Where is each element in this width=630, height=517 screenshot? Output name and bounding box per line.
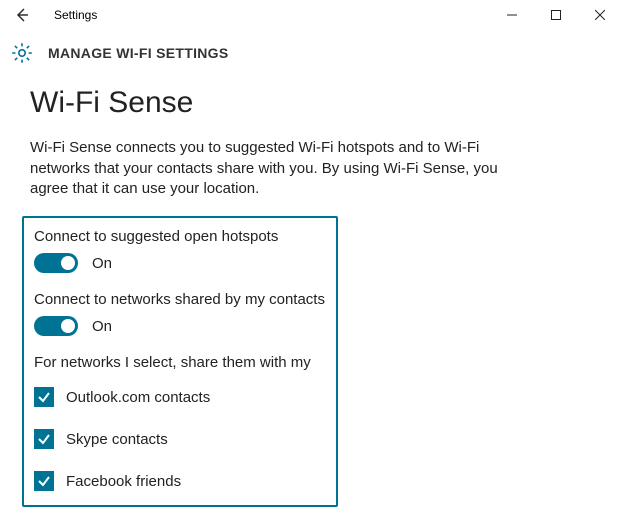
titlebar: Settings — [0, 0, 630, 30]
wifi-sense-settings-box: Connect to suggested open hotspots On Co… — [22, 216, 338, 507]
check-icon — [37, 390, 51, 404]
toggle2-label: Connect to networks shared by my contact… — [34, 291, 326, 308]
page-title: Wi-Fi Sense — [30, 86, 600, 120]
toggle2-state: On — [92, 318, 112, 335]
checkbox-outlook[interactable] — [34, 387, 54, 407]
maximize-icon — [551, 10, 561, 20]
header-bar: MANAGE WI-FI SETTINGS — [0, 30, 630, 76]
minimize-button[interactable] — [490, 1, 534, 29]
check-icon — [37, 474, 51, 488]
window-controls — [490, 1, 622, 29]
toggle-knob — [61, 256, 75, 270]
toggle2-row: On — [34, 316, 326, 336]
checkbox-skype[interactable] — [34, 429, 54, 449]
page-description: Wi-Fi Sense connects you to suggested Wi… — [30, 138, 510, 200]
check-icon — [37, 432, 51, 446]
header-title: MANAGE WI-FI SETTINGS — [48, 45, 229, 61]
back-button[interactable] — [8, 1, 36, 29]
maximize-button[interactable] — [534, 1, 578, 29]
toggle1-state: On — [92, 255, 112, 272]
checkbox-facebook[interactable] — [34, 471, 54, 491]
checkbox-row-outlook: Outlook.com contacts — [34, 387, 326, 407]
toggle1-label: Connect to suggested open hotspots — [34, 228, 326, 245]
toggle1-row: On — [34, 253, 326, 273]
close-button[interactable] — [578, 1, 622, 29]
checkbox-label: Skype contacts — [66, 431, 168, 448]
content: Wi-Fi Sense Wi-Fi Sense connects you to … — [0, 76, 630, 517]
minimize-icon — [507, 10, 517, 20]
checkbox-label: Outlook.com contacts — [66, 389, 210, 406]
share-with-label: For networks I select, share them with m… — [34, 354, 326, 371]
checkbox-label: Facebook friends — [66, 473, 181, 490]
settings-gear-icon — [10, 41, 34, 65]
toggle-knob — [61, 319, 75, 333]
toggle-hotspots[interactable] — [34, 253, 78, 273]
close-icon — [595, 10, 605, 20]
toggle-shared-networks[interactable] — [34, 316, 78, 336]
app-title: Settings — [54, 8, 97, 22]
checkbox-row-facebook: Facebook friends — [34, 471, 326, 491]
back-arrow-icon — [14, 7, 30, 23]
checkbox-row-skype: Skype contacts — [34, 429, 326, 449]
